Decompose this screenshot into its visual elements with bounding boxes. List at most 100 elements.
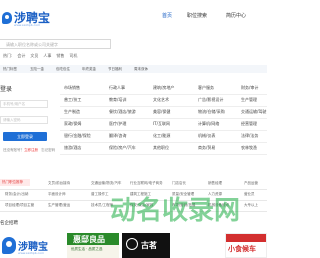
nav-resume-center[interactable]: 简历中心	[226, 12, 246, 19]
category-item[interactable]: 教育/培训	[109, 97, 126, 103]
site-logo[interactable]: 涉聘宝 www.sxzhpb.com	[2, 9, 50, 27]
category-item[interactable]: 翻译/咨询	[109, 133, 126, 139]
category-item[interactable]: 财务/审计	[241, 85, 258, 91]
hot-label: 热门:	[3, 53, 13, 58]
brand-card[interactable]: 涉聘宝 www.sxzhpb.com	[0, 233, 59, 258]
category-item[interactable]: 银行/金融/保险	[64, 133, 91, 139]
job-link[interactable]: 文员/前台接待	[48, 181, 70, 186]
category-item[interactable]: 医疗/护理	[109, 121, 126, 127]
username-placeholder: 手机号/用户名	[3, 102, 26, 106]
category-item[interactable]: 市场销售	[64, 85, 80, 91]
brand-card[interactable]: 古茗	[122, 233, 170, 258]
row-divider	[60, 106, 267, 107]
section-title: 名企招聘	[0, 221, 18, 226]
category-item[interactable]: 建筑/房地产	[153, 85, 174, 91]
password-field[interactable]: 请输入密码	[0, 116, 48, 124]
category-item[interactable]: 家政/保姆	[64, 121, 81, 127]
job-link[interactable]: 产品运营	[244, 181, 258, 186]
tag-bar-item[interactable]: 年终奖金	[82, 67, 96, 72]
job-link[interactable]: 平面设计师	[48, 192, 66, 197]
row-divider	[60, 130, 267, 131]
brand-name: 小食候车	[228, 245, 256, 253]
job-link[interactable]: 财务/会计/出纳	[5, 192, 28, 197]
password-placeholder: 请输入密码	[3, 118, 21, 122]
brand-logo-icon	[2, 237, 16, 254]
hot-keyword[interactable]: 司机	[69, 53, 77, 59]
login-links-prefix: 还没有账号？	[3, 148, 24, 152]
hot-keywords: 热门: 会计 文员 人事 销售 司机	[3, 53, 77, 59]
job-link[interactable]: 项目经理/项目主管	[5, 203, 34, 208]
category-item[interactable]: 机械/仪表	[198, 133, 215, 139]
hot-keyword[interactable]: 人事	[43, 53, 51, 59]
search-placeholder: 请输入职位名称或公司关键字	[6, 42, 58, 47]
job-link[interactable]: 普工操作工	[91, 192, 109, 197]
nav-home[interactable]: 首页	[162, 12, 172, 19]
logo-icon	[2, 11, 12, 24]
category-item[interactable]: 物流/仓储/采购	[198, 109, 225, 115]
category-item[interactable]: 计算机/网络	[198, 121, 219, 127]
category-item[interactable]: 商务/贸易	[198, 145, 215, 151]
category-item[interactable]: 行政人事	[109, 85, 125, 91]
hot-keyword[interactable]: 文员	[30, 53, 38, 59]
register-link[interactable]: 立即注册	[24, 148, 38, 152]
category-item[interactable]: 化工/能源	[153, 133, 170, 139]
logo-subtitle: www.sxzhpb.com	[14, 23, 41, 27]
nav-job-search[interactable]: 职位搜索	[187, 12, 207, 19]
row-divider	[60, 142, 267, 143]
job-link[interactable]: 销售经理	[208, 181, 222, 186]
tag-bar-item[interactable]: 节日福利	[108, 67, 122, 72]
category-item[interactable]: 美容/保健	[153, 109, 170, 115]
tag-bar-item[interactable]: 五险一金	[30, 67, 44, 72]
category-item[interactable]: 生产制造	[64, 109, 80, 115]
row-divider	[60, 94, 267, 95]
brand-banner	[226, 234, 266, 242]
category-item[interactable]: 法律/法务	[241, 133, 258, 139]
category-item[interactable]: 保险/房产/汽车	[109, 145, 136, 151]
login-button[interactable]: 立即登录	[3, 132, 47, 141]
category-item[interactable]: 餐饮/酒店/旅游	[109, 109, 136, 115]
forgot-password-link[interactable]: 忘记密码	[41, 148, 55, 152]
brand-card[interactable]: 小食候车	[225, 233, 267, 258]
search-input[interactable]: 请输入职位名称或公司关键字	[0, 39, 111, 49]
category-item[interactable]: 普工/技工	[64, 97, 81, 103]
brand-card[interactable]: 惠邸良品 优质生活 · 品质之选	[67, 233, 119, 258]
brand-logo-icon	[126, 238, 138, 250]
category-item[interactable]: 客户服务	[198, 85, 214, 91]
job-link[interactable]: 生产管理/营运	[48, 203, 70, 208]
username-field[interactable]: 手机号/用户名	[0, 100, 48, 108]
category-item[interactable]: IT/互联网	[153, 121, 170, 127]
category-item[interactable]: 广告/影视设计	[198, 97, 223, 103]
row-divider	[60, 118, 267, 119]
brand-name: 惠邸良品	[73, 235, 105, 244]
brand-banner: 惠邸良品	[67, 233, 119, 245]
login-links: 还没有账号？立即注册 忘记密码	[3, 148, 55, 153]
job-link[interactable]: 行业互联网/电子商务	[130, 181, 163, 186]
job-link[interactable]: 大专以上	[244, 203, 258, 208]
tag-bar-item[interactable]: 周末双休	[134, 67, 148, 72]
job-link[interactable]: 营业员	[244, 192, 255, 197]
tag-bar: 热门标签 五险一金 包吃包住 年终奖金 节日福利 周末双休	[0, 65, 267, 73]
hot-keyword[interactable]: 会计	[17, 53, 25, 59]
category-item[interactable]: 经营管理	[241, 121, 257, 127]
login-title: 登录	[0, 86, 13, 93]
tab-hot-jobs-label: 热门职位推荐	[2, 180, 23, 184]
category-item[interactable]: 其他职位	[153, 145, 169, 151]
hot-keyword[interactable]: 销售	[56, 53, 64, 59]
tab-hot-jobs[interactable]: 热门职位推荐	[0, 179, 30, 186]
tag-bar-title: 热门标签	[3, 67, 17, 71]
category-item[interactable]: 生产管理	[241, 97, 257, 103]
category-item[interactable]: 文化艺术	[153, 97, 169, 103]
category-item[interactable]: 旅游/酒店	[64, 145, 81, 151]
brand-slogan: 优质生活 · 品质之选	[71, 247, 103, 251]
brand-name: 古茗	[141, 240, 157, 250]
brand-card[interactable]	[176, 233, 222, 258]
login-panel: 登录 手机号/用户名 请输入密码	[0, 78, 52, 168]
brand-sub: www.sxzhpb.com	[18, 251, 45, 255]
job-link[interactable]: 交通运输/物流/汽车	[91, 181, 121, 186]
category-item[interactable]: 农林牧渔	[241, 145, 257, 151]
category-item[interactable]: 交通运输/驾驶	[241, 109, 266, 115]
tag-bar-item[interactable]: 包吃包住	[56, 67, 70, 72]
brand-row: 涉聘宝 www.sxzhpb.com 惠邸良品 优质生活 · 品质之选 古茗 小…	[0, 233, 267, 258]
job-link[interactable]: 门店店长	[172, 181, 186, 186]
watermark: 动名收录网	[110, 196, 241, 226]
